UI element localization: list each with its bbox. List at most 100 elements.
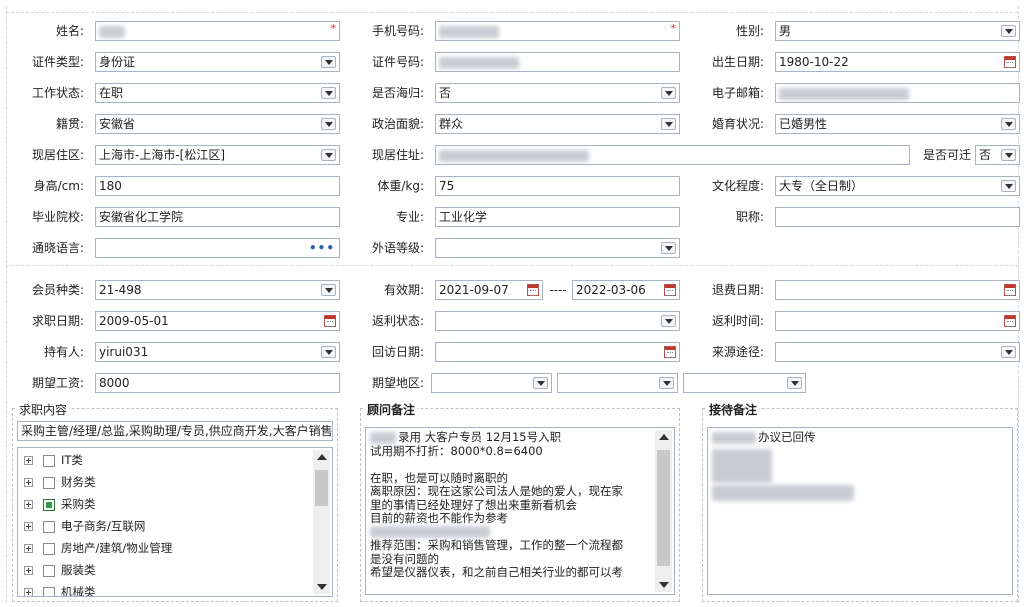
- expand-icon[interactable]: [24, 544, 33, 553]
- current-area-select[interactable]: 上海市-上海市-[松江区]: [95, 145, 340, 165]
- native-place-select[interactable]: 安徽省: [95, 114, 340, 134]
- calendar-icon[interactable]: [1004, 315, 1016, 327]
- marital-select[interactable]: 已婚男性: [775, 114, 1020, 134]
- school-input[interactable]: 安徽省化工学院: [95, 207, 340, 227]
- scroll-up-icon[interactable]: [317, 454, 327, 460]
- expand-icon[interactable]: [24, 588, 33, 596]
- chevron-down-icon[interactable]: [1001, 149, 1016, 161]
- major-input[interactable]: 工业化学: [435, 207, 680, 227]
- notes-scrollbar[interactable]: [655, 430, 672, 592]
- overseas-select[interactable]: 否: [435, 83, 680, 103]
- job-category-tree[interactable]: IT类 财务类 采购类 电子商务/互联网 房地产/建筑/物业管理 服装类 机械类: [17, 447, 333, 597]
- rebate-status-select[interactable]: [435, 311, 680, 331]
- calendar-icon[interactable]: [664, 346, 676, 358]
- tree-item-apparel[interactable]: 服装类: [24, 560, 96, 580]
- revisit-date-input[interactable]: [435, 342, 680, 362]
- mobile-input[interactable]: *: [435, 21, 680, 41]
- expand-icon[interactable]: [24, 456, 33, 465]
- chevron-down-icon[interactable]: [321, 87, 336, 99]
- calendar-icon[interactable]: [1004, 56, 1016, 68]
- checkbox[interactable]: [43, 454, 55, 467]
- expected-area-province-select[interactable]: [431, 373, 552, 393]
- id-type-select[interactable]: 身份证: [95, 52, 340, 72]
- tree-scrollbar[interactable]: [313, 450, 330, 594]
- chevron-down-icon[interactable]: [321, 284, 336, 296]
- current-address-label: 现居住址:: [371, 148, 424, 162]
- chevron-down-icon[interactable]: [1001, 180, 1016, 192]
- expand-icon[interactable]: [24, 478, 33, 487]
- chevron-down-icon[interactable]: [1001, 346, 1016, 358]
- title-label: 职称:: [735, 210, 764, 224]
- chevron-down-icon[interactable]: [661, 242, 676, 254]
- name-redacted: [99, 25, 125, 38]
- foreign-level-select[interactable]: [435, 238, 680, 258]
- weight-input[interactable]: 75: [435, 176, 680, 196]
- checkbox[interactable]: [43, 476, 55, 489]
- job-seek-date-input[interactable]: 2009-05-01: [95, 311, 340, 331]
- calendar-icon[interactable]: [324, 315, 336, 327]
- title-input[interactable]: [775, 207, 1020, 227]
- education-select[interactable]: 大专（全日制）: [775, 176, 1020, 196]
- chevron-down-icon[interactable]: [533, 377, 548, 389]
- gender-select[interactable]: 男: [775, 21, 1020, 41]
- calendar-icon[interactable]: [1004, 284, 1016, 296]
- job-content-summary[interactable]: 采购主管/经理/总监,采购助理/专员,供应商开发,大客户销售: [17, 421, 333, 441]
- chevron-down-icon[interactable]: [787, 377, 802, 389]
- chevron-down-icon[interactable]: [1001, 25, 1016, 37]
- chevron-down-icon[interactable]: [321, 118, 336, 130]
- relocatable-select[interactable]: 否: [975, 145, 1020, 165]
- scroll-thumb[interactable]: [315, 470, 328, 506]
- checkbox[interactable]: [43, 564, 55, 577]
- languages-input[interactable]: •••: [95, 238, 340, 258]
- holder-select[interactable]: yirui031: [95, 342, 340, 362]
- scroll-down-icon[interactable]: [659, 582, 669, 588]
- expected-area-city-select[interactable]: [557, 373, 678, 393]
- valid-from-input[interactable]: 2021-09-07: [435, 280, 543, 300]
- expected-area-district-select[interactable]: [683, 373, 806, 393]
- height-input[interactable]: 180: [95, 176, 340, 196]
- rebate-time-input[interactable]: [775, 311, 1020, 331]
- chevron-down-icon[interactable]: [659, 377, 674, 389]
- tree-item-finance[interactable]: 财务类: [24, 472, 96, 492]
- tree-item-real-estate[interactable]: 房地产/建筑/物业管理: [24, 538, 172, 558]
- scroll-thumb[interactable]: [657, 450, 670, 566]
- calendar-icon[interactable]: [664, 284, 676, 296]
- scroll-up-icon[interactable]: [659, 434, 669, 440]
- id-number-input[interactable]: [435, 52, 680, 72]
- birth-date-input[interactable]: 1980-10-22: [775, 52, 1020, 72]
- chevron-down-icon[interactable]: [661, 118, 676, 130]
- current-address-input[interactable]: [435, 145, 910, 165]
- calendar-icon[interactable]: [527, 284, 539, 296]
- checkbox[interactable]: [43, 542, 55, 555]
- refund-date-input[interactable]: [775, 280, 1020, 300]
- expand-icon[interactable]: [24, 500, 33, 509]
- work-status-select[interactable]: 在职: [95, 83, 340, 103]
- chevron-down-icon[interactable]: [1001, 118, 1016, 130]
- email-input[interactable]: [775, 83, 1020, 103]
- scroll-down-icon[interactable]: [317, 584, 327, 590]
- member-type-select[interactable]: 21-498: [95, 280, 340, 300]
- chevron-down-icon[interactable]: [661, 87, 676, 99]
- consultant-notes-textarea[interactable]: 录用 大客户专员 12月15号入职 试用期不打折：8000*0.8=6400 在…: [365, 427, 675, 595]
- chevron-down-icon[interactable]: [321, 56, 336, 68]
- expand-icon[interactable]: [24, 566, 33, 575]
- checkbox[interactable]: [43, 520, 55, 533]
- checkbox-checked[interactable]: [43, 498, 55, 511]
- reception-notes-textarea[interactable]: 办议已回传: [707, 427, 1013, 595]
- tree-item-it[interactable]: IT类: [24, 450, 83, 470]
- chevron-down-icon[interactable]: [321, 149, 336, 161]
- tree-item-ecommerce[interactable]: 电子商务/互联网: [24, 516, 145, 536]
- name-input[interactable]: *: [95, 21, 340, 41]
- checkbox[interactable]: [43, 586, 55, 596]
- valid-to-input[interactable]: 2022-03-06: [572, 280, 680, 300]
- political-select[interactable]: 群众: [435, 114, 680, 134]
- tree-item-machinery[interactable]: 机械类: [24, 582, 96, 596]
- chevron-down-icon[interactable]: [661, 315, 676, 327]
- chevron-down-icon[interactable]: [321, 346, 336, 358]
- expected-salary-input[interactable]: 8000: [95, 373, 340, 393]
- tree-item-purchasing[interactable]: 采购类: [24, 494, 96, 514]
- more-icon[interactable]: •••: [309, 239, 335, 257]
- job-content-panel: 求职内容 采购主管/经理/总监,采购助理/专员,供应商开发,大客户销售 IT类 …: [12, 401, 338, 602]
- source-select[interactable]: [775, 342, 1020, 362]
- expand-icon[interactable]: [24, 522, 33, 531]
